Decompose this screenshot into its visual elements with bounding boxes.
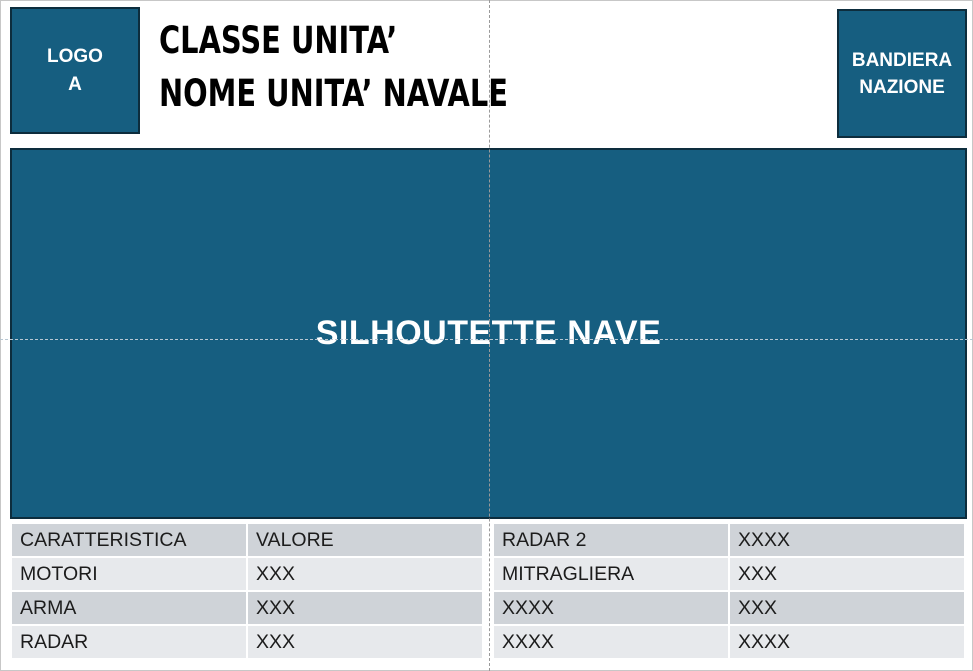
spec-value: XXXX xyxy=(730,524,966,558)
table-row: XXXX XXXX xyxy=(494,626,966,660)
title-ship-name: NOME UNITA’ NAVALE xyxy=(159,72,508,115)
table-row: CARATTERISTICA VALORE xyxy=(12,524,484,558)
table-row: RADAR 2 XXXX xyxy=(494,524,966,558)
table-row: ARMA XXX xyxy=(12,592,484,626)
flag-line-2: NAZIONE xyxy=(859,76,945,98)
spec-value: XXX xyxy=(730,558,966,592)
spec-value: VALORE xyxy=(248,524,484,558)
logo-line-2: A xyxy=(68,73,82,95)
spec-key: XXXX xyxy=(494,626,730,660)
page-title: CLASSE UNITA’ NOME UNITA’ NAVALE xyxy=(159,14,508,120)
spec-value: XXXX xyxy=(730,626,966,660)
spec-key: MITRAGLIERA xyxy=(494,558,730,592)
spec-key: CARATTERISTICA xyxy=(12,524,248,558)
horizontal-center-guide xyxy=(0,339,973,340)
spec-table-right: RADAR 2 XXXX MITRAGLIERA XXX XXXX XXX XX… xyxy=(494,524,966,660)
table-row: RADAR XXX xyxy=(12,626,484,660)
table-row: XXXX XXX xyxy=(494,592,966,626)
flag-placeholder: BANDIERA NAZIONE xyxy=(837,9,967,138)
vertical-center-guide xyxy=(489,0,490,671)
spec-value: XXX xyxy=(730,592,966,626)
spec-key: MOTORI xyxy=(12,558,248,592)
table-row: MOTORI XXX xyxy=(12,558,484,592)
table-row: MITRAGLIERA XXX xyxy=(494,558,966,592)
flag-line-1: BANDIERA xyxy=(851,49,953,71)
spec-value: XXX xyxy=(248,592,484,626)
title-class: CLASSE UNITA’ xyxy=(159,19,398,62)
spec-key: RADAR 2 xyxy=(494,524,730,558)
spec-table-left: CARATTERISTICA VALORE MOTORI XXX ARMA XX… xyxy=(12,524,484,660)
logo-line-1: LOGO xyxy=(47,45,103,67)
logo-placeholder: LOGO A xyxy=(10,7,140,134)
spec-key: XXXX xyxy=(494,592,730,626)
spec-key: ARMA xyxy=(12,592,248,626)
spec-key: RADAR xyxy=(12,626,248,660)
spec-value: XXX xyxy=(248,626,484,660)
spec-value: XXX xyxy=(248,558,484,592)
